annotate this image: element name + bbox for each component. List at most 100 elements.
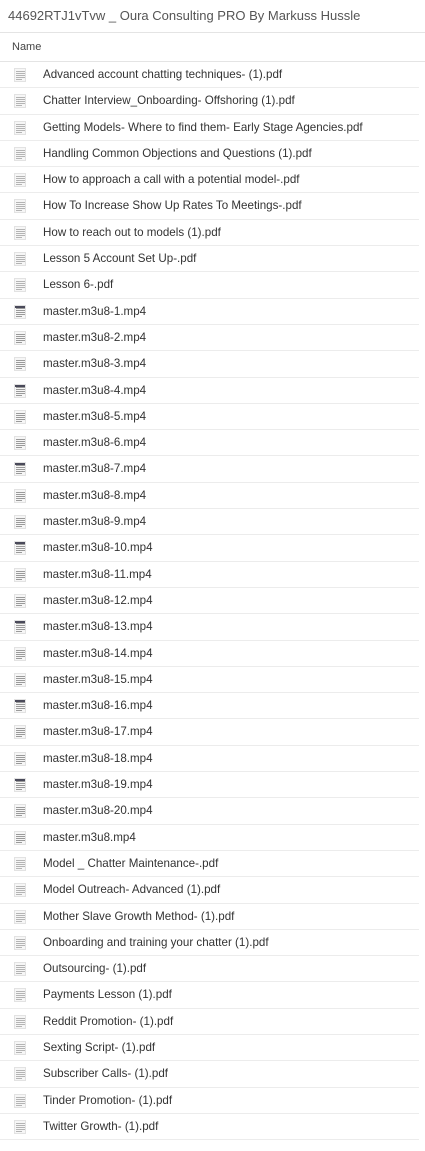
file-row[interactable]: master.m3u8-17.mp4 [0,719,419,746]
file-name: Chatter Interview_Onboarding- Offshoring… [43,94,295,108]
file-name: master.m3u8-11.mp4 [43,567,152,581]
file-name: master.m3u8-19.mp4 [43,778,153,792]
document-thumbnail-icon [14,935,26,950]
file-row[interactable]: Outsourcing- (1).pdf [0,956,419,983]
video-thumbnail-icon [14,646,26,661]
video-thumbnail-icon [14,751,26,766]
file-name: Subscriber Calls- (1).pdf [43,1067,168,1081]
file-row[interactable]: master.m3u8-10.mp4 [0,535,419,562]
file-name: Mother Slave Growth Method- (1).pdf [43,909,235,923]
document-thumbnail-icon [14,962,26,977]
file-name: Model Outreach- Advanced (1).pdf [43,883,221,897]
video-thumbnail-icon [14,436,26,451]
video-thumbnail-icon [14,593,26,608]
file-row[interactable]: master.m3u8-20.mp4 [0,798,419,825]
document-thumbnail-icon [14,252,26,267]
file-name: master.m3u8-2.mp4 [43,330,147,344]
file-row[interactable]: master.m3u8-18.mp4 [0,746,419,773]
file-name: master.m3u8-13.mp4 [43,620,153,634]
file-name: Outsourcing- (1).pdf [43,962,147,976]
video-thumbnail-icon [14,725,26,740]
file-row[interactable]: Subscriber Calls- (1).pdf [0,1061,419,1088]
file-row[interactable]: Mother Slave Growth Method- (1).pdf [0,904,419,930]
file-name: master.m3u8-6.mp4 [43,436,147,450]
file-row[interactable]: Tinder Promotion- (1).pdf [0,1088,419,1114]
file-row[interactable]: master.m3u8-15.mp4 [0,667,419,694]
file-name: master.m3u8-15.mp4 [43,672,153,686]
file-name: Advanced account chatting techniques- (1… [43,68,283,81]
document-thumbnail-icon [14,68,26,82]
file-row[interactable]: Onboarding and training your chatter (1)… [0,930,419,957]
file-row[interactable]: master.m3u8-11.mp4 [0,562,419,588]
file-row[interactable]: master.m3u8-14.mp4 [0,641,419,667]
file-row[interactable]: master.m3u8.mp4 [0,825,419,851]
file-row[interactable]: master.m3u8-8.mp4 [0,483,419,510]
file-row[interactable]: Lesson 6-.pdf [0,272,419,299]
video-thumbnail-icon [14,830,26,845]
video-thumbnail-icon [14,567,26,582]
video-thumbnail-icon [14,409,26,424]
document-thumbnail-icon [14,225,26,240]
file-row[interactable]: master.m3u8-7.mp4 [0,456,419,483]
file-row[interactable]: Model Outreach- Advanced (1).pdf [0,877,419,904]
document-thumbnail-icon [14,883,26,898]
file-row[interactable]: master.m3u8-2.mp4 [0,325,419,352]
document-thumbnail-icon [14,146,26,161]
file-row[interactable]: master.m3u8-1.mp4 [0,299,419,325]
file-row[interactable]: Handling Common Objections and Questions… [0,141,419,168]
file-name: master.m3u8-8.mp4 [43,488,147,502]
file-row[interactable]: Twitter Growth- (1).pdf [0,1114,419,1141]
file-list: Advanced account chatting techniques- (1… [0,62,425,1141]
file-name: master.m3u8-7.mp4 [43,462,147,476]
file-name: Getting Models- Where to find them- Earl… [43,120,363,134]
video-thumbnail-icon [14,541,26,556]
file-name: Model _ Chatter Maintenance-.pdf [43,856,219,870]
file-row[interactable]: Sexting Script- (1).pdf [0,1035,419,1062]
video-thumbnail-icon [14,672,26,687]
file-row[interactable]: How To Increase Show Up Rates To Meeting… [0,193,419,220]
file-name: master.m3u8-3.mp4 [43,357,147,371]
file-name: master.m3u8-4.mp4 [43,383,147,397]
file-row[interactable]: How to approach a call with a potential … [0,167,419,194]
document-thumbnail-icon [14,1093,26,1108]
document-thumbnail-icon [14,120,26,135]
file-name: Tinder Promotion- (1).pdf [43,1093,173,1107]
document-thumbnail-icon [14,1014,26,1029]
file-row[interactable]: master.m3u8-12.mp4 [0,588,419,615]
file-row[interactable]: master.m3u8-3.mp4 [0,351,419,378]
document-thumbnail-icon [14,909,26,924]
file-row[interactable]: master.m3u8-16.mp4 [0,693,419,720]
file-row[interactable]: Payments Lesson (1).pdf [0,982,419,1009]
file-row[interactable]: Chatter Interview_Onboarding- Offshoring… [0,88,419,115]
video-thumbnail-icon [14,620,26,635]
file-name: Lesson 5 Account Set Up-.pdf [43,252,197,266]
file-name: master.m3u8-1.mp4 [43,304,147,318]
file-row[interactable]: master.m3u8-6.mp4 [0,430,419,457]
file-name: master.m3u8-18.mp4 [43,751,153,765]
file-row[interactable]: master.m3u8-19.mp4 [0,772,419,799]
file-row[interactable]: Reddit Promotion- (1).pdf [0,1009,419,1035]
file-row[interactable]: master.m3u8-5.mp4 [0,404,419,431]
file-name: How to reach out to models (1).pdf [43,225,221,239]
video-thumbnail-icon [14,330,26,345]
file-name: master.m3u8.mp4 [43,830,136,844]
file-row[interactable]: master.m3u8-9.mp4 [0,509,419,536]
column-header-name[interactable]: Name [0,33,425,62]
document-thumbnail-icon [14,94,26,109]
file-row[interactable]: master.m3u8-4.mp4 [0,378,419,404]
video-thumbnail-icon [14,462,26,477]
file-row[interactable]: master.m3u8-13.mp4 [0,614,419,641]
video-thumbnail-icon [14,304,26,319]
file-row[interactable]: Advanced account chatting techniques- (1… [0,62,419,89]
file-name: Lesson 6-.pdf [43,278,114,292]
video-thumbnail-icon [14,699,26,714]
file-row[interactable]: Lesson 5 Account Set Up-.pdf [0,246,419,273]
file-name: master.m3u8-20.mp4 [43,804,153,818]
document-thumbnail-icon [14,1040,26,1055]
file-row[interactable]: Getting Models- Where to find them- Earl… [0,115,419,141]
file-row[interactable]: How to reach out to models (1).pdf [0,220,419,247]
document-thumbnail-icon [14,199,26,214]
file-row[interactable]: Model _ Chatter Maintenance-.pdf [0,851,419,878]
video-thumbnail-icon [14,357,26,372]
file-name: Reddit Promotion- (1).pdf [43,1014,174,1028]
